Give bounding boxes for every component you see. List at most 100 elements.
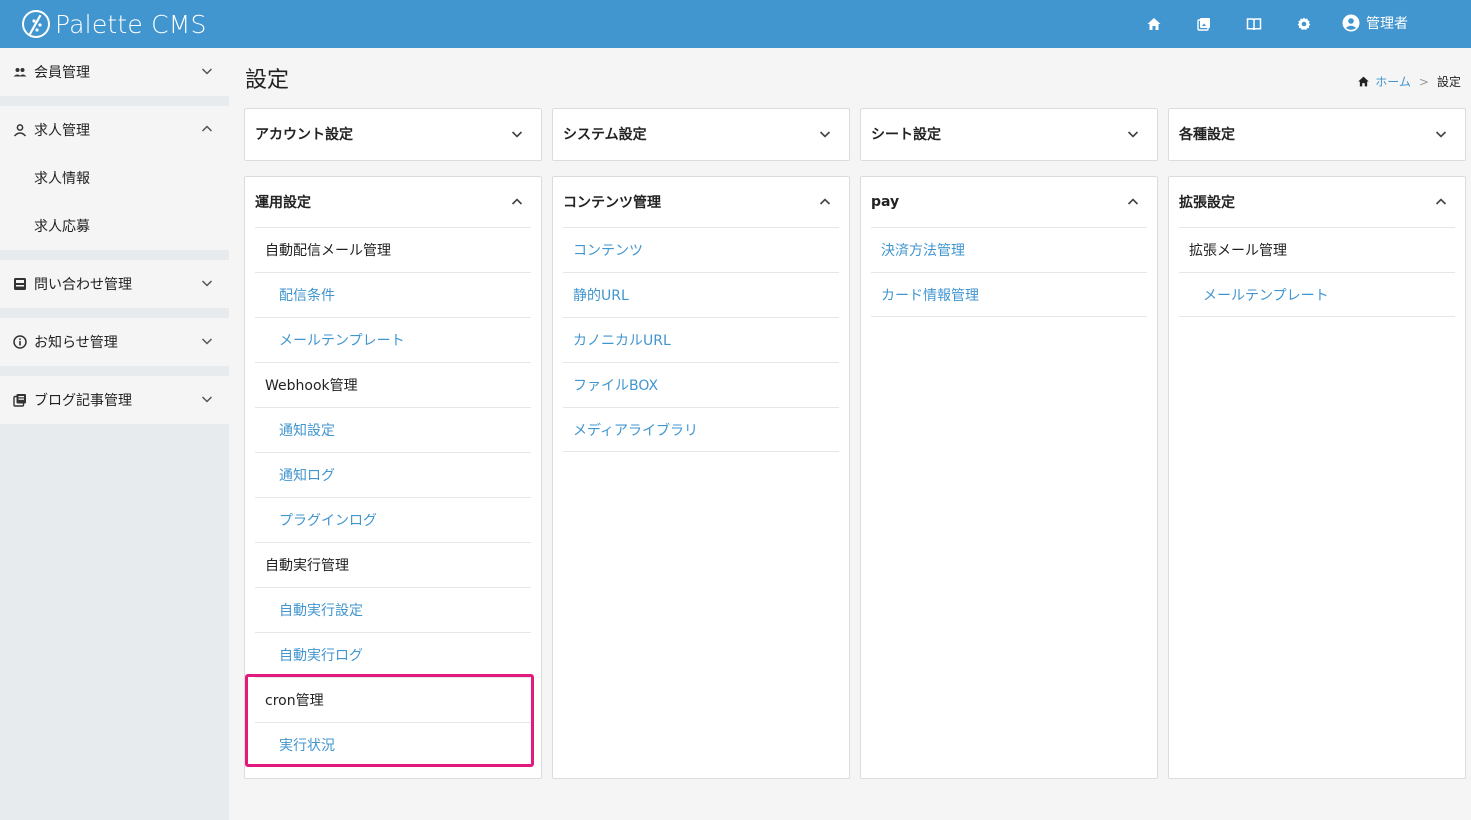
sidebar-item-jobs[interactable]: 求人管理 [0, 106, 229, 154]
sidebar-subitem-job-applications[interactable]: 求人応募 [0, 202, 229, 250]
sidebar-item-blog[interactable]: ブログ記事管理 [0, 376, 229, 424]
person-icon [13, 124, 27, 137]
menu-item-delivery-conditions[interactable]: 配信条件 [255, 272, 531, 317]
people-icon [13, 68, 27, 77]
menu-item-card-info[interactable]: カード情報管理 [871, 272, 1147, 317]
card-title: 運用設定 [255, 195, 311, 211]
menu-item-media-library[interactable]: メディアライブラリ [563, 407, 839, 452]
library-icon [13, 394, 26, 407]
card-misc-settings: 各種設定 [1168, 108, 1466, 161]
card-header-misc-settings[interactable]: 各種設定 [1169, 109, 1465, 159]
card-sheet-settings: シート設定 [860, 108, 1158, 161]
inbox-icon [14, 278, 26, 290]
sidebar-subitem-job-info[interactable]: 求人情報 [0, 154, 229, 202]
user-name: 管理者 [1366, 16, 1408, 32]
menu-item-notification-settings[interactable]: 通知設定 [255, 407, 531, 452]
chevron-down-icon [201, 68, 213, 75]
chevron-up-icon [1435, 198, 1447, 205]
menu-item-auto-exec-settings[interactable]: 自動実行設定 [255, 587, 531, 632]
chevron-down-icon [511, 131, 523, 138]
sidebar-group-members: 会員管理 [0, 48, 229, 96]
menu-item-exec-status[interactable]: 実行状況 [255, 722, 531, 767]
card-header-operation-settings[interactable]: 運用設定 [245, 177, 541, 227]
sidebar-item-label: ブログ記事管理 [34, 393, 132, 409]
breadcrumb-current: 設定 [1436, 75, 1461, 89]
home-icon [1358, 76, 1370, 87]
card-title: 拡張設定 [1179, 195, 1235, 211]
home-icon[interactable] [1146, 16, 1162, 32]
breadcrumb-separator: > [1418, 74, 1429, 89]
menu-item-payment-methods[interactable]: 決済方法管理 [871, 227, 1147, 272]
chevron-down-icon [1127, 131, 1139, 138]
card-title: 各種設定 [1179, 127, 1235, 143]
sidebar-item-label: お知らせ管理 [34, 335, 118, 351]
menu-item-canonical-url[interactable]: カノニカルURL [563, 317, 839, 362]
card-header-pay[interactable]: pay [861, 177, 1157, 227]
card-title: コンテンツ管理 [563, 195, 661, 211]
account-icon [1342, 14, 1360, 32]
book-icon[interactable] [1246, 16, 1262, 32]
card-title: システム設定 [563, 127, 647, 143]
palette-logo-icon [22, 10, 50, 38]
chevron-down-icon [201, 396, 213, 403]
chevron-down-icon [1435, 131, 1447, 138]
menu-item-plugin-log[interactable]: プラグインログ [255, 497, 531, 542]
top-header: Palette CMS 管理者 [0, 0, 1471, 48]
menu-item-auto-exec-log[interactable]: 自動実行ログ [255, 632, 531, 677]
card-title: pay [871, 194, 900, 210]
menu-item-webhook[interactable]: Webhook管理 [255, 362, 531, 407]
menu-item-cron[interactable]: cron管理 [255, 677, 531, 722]
card-content-management: コンテンツ管理 コンテンツ 静的URL カノニカルURL ファイルBOX メディ… [552, 176, 850, 779]
card-header-system-settings[interactable]: システム設定 [553, 109, 849, 159]
menu-item-mail-template[interactable]: メールテンプレート [255, 317, 531, 362]
app-name: Palette CMS [55, 9, 207, 39]
card-title: アカウント設定 [255, 127, 353, 143]
sidebar-item-news[interactable]: お知らせ管理 [0, 318, 229, 366]
sidebar-group-inquiries: 問い合わせ管理 [0, 260, 229, 308]
sidebar-group-blog: ブログ記事管理 [0, 376, 229, 424]
chevron-up-icon [201, 125, 213, 132]
menu-item-file-box[interactable]: ファイルBOX [563, 362, 839, 407]
chevron-down-icon [201, 280, 213, 287]
menu-item-auto-mail[interactable]: 自動配信メール管理 [255, 227, 531, 272]
menu-item-auto-exec[interactable]: 自動実行管理 [255, 542, 531, 587]
card-header-account-settings[interactable]: アカウント設定 [245, 109, 541, 159]
sidebar-item-members[interactable]: 会員管理 [0, 48, 229, 96]
card-pay: pay 決済方法管理 カード情報管理 [860, 176, 1158, 779]
card-operation-settings: 運用設定 自動配信メール管理 配信条件 メールテンプレート Webhook管理 … [244, 176, 542, 779]
card-title: シート設定 [871, 127, 941, 143]
card-item-list: 自動配信メール管理 配信条件 メールテンプレート Webhook管理 通知設定 … [245, 227, 541, 767]
sidebar-group-news: お知らせ管理 [0, 318, 229, 366]
chevron-down-icon [201, 338, 213, 345]
user-menu[interactable]: 管理者 [1342, 13, 1408, 33]
chevron-up-icon [511, 198, 523, 205]
card-header-sheet-settings[interactable]: シート設定 [861, 109, 1157, 159]
info-icon [13, 335, 27, 349]
sidebar-item-inquiries[interactable]: 問い合わせ管理 [0, 260, 229, 308]
sidebar-item-label: 問い合わせ管理 [34, 277, 132, 293]
chevron-down-icon [819, 131, 831, 138]
menu-item-ext-mail-template[interactable]: メールテンプレート [1179, 272, 1455, 317]
card-item-list: 決済方法管理 カード情報管理 [861, 227, 1157, 317]
gear-icon[interactable] [1296, 16, 1312, 32]
card-account-settings: アカウント設定 [244, 108, 542, 161]
sidebar: 会員管理 求人管理 求人情報 求人応募 問い合わせ管理 お知らせ管理 ブログ記事… [0, 48, 229, 820]
card-item-list: 拡張メール管理 メールテンプレート [1169, 227, 1465, 317]
sidebar-group-jobs: 求人管理 求人情報 求人応募 [0, 106, 229, 250]
image-icon[interactable] [1196, 16, 1212, 32]
card-header-content-management[interactable]: コンテンツ管理 [553, 177, 849, 227]
menu-item-extended-mail[interactable]: 拡張メール管理 [1179, 227, 1455, 272]
breadcrumb-home-link[interactable]: ホーム [1375, 73, 1411, 90]
menu-item-contents[interactable]: コンテンツ [563, 227, 839, 272]
app-logo[interactable]: Palette CMS [20, 8, 207, 40]
chevron-up-icon [1127, 198, 1139, 205]
card-header-extension-settings[interactable]: 拡張設定 [1169, 177, 1465, 227]
chevron-up-icon [819, 198, 831, 205]
card-extension-settings: 拡張設定 拡張メール管理 メールテンプレート [1168, 176, 1466, 779]
card-system-settings: システム設定 [552, 108, 850, 161]
sidebar-item-label: 会員管理 [34, 65, 90, 81]
menu-item-static-url[interactable]: 静的URL [563, 272, 839, 317]
breadcrumb: ホーム > 設定 [1357, 73, 1461, 90]
menu-item-notification-log[interactable]: 通知ログ [255, 452, 531, 497]
card-item-list: コンテンツ 静的URL カノニカルURL ファイルBOX メディアライブラリ [553, 227, 849, 452]
